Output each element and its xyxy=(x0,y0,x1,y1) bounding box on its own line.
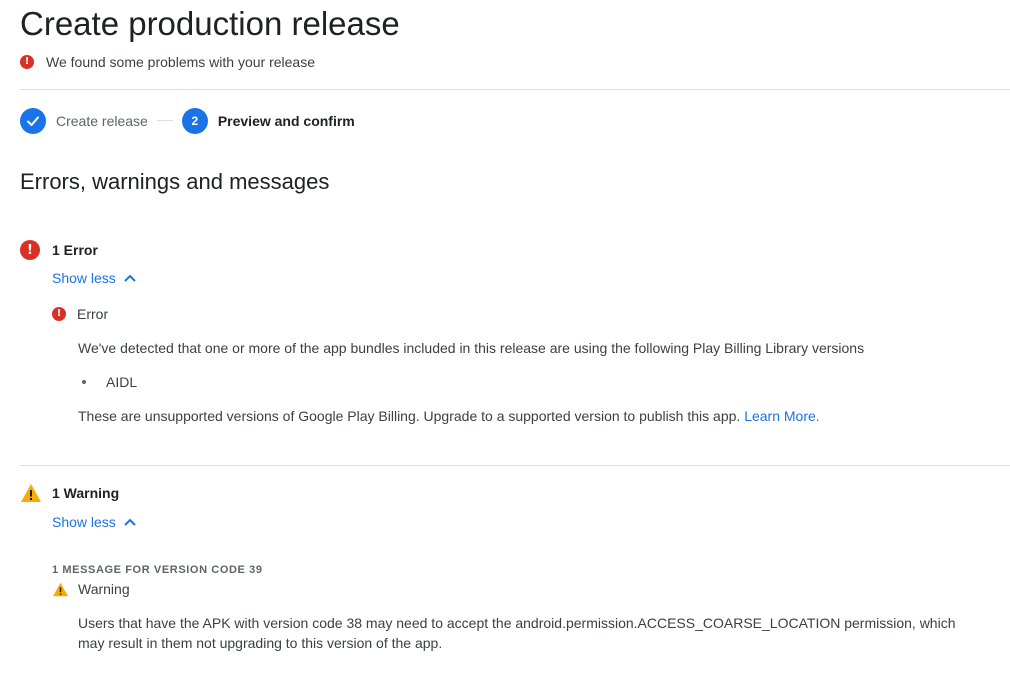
step-connector xyxy=(156,120,173,121)
errors-show-less-button[interactable]: Show less xyxy=(52,268,136,288)
warnings-summary: 1 Warning xyxy=(20,482,119,504)
chevron-up-icon xyxy=(124,518,136,526)
page-title: Create production release xyxy=(20,5,400,42)
errors-count: 1 Error xyxy=(52,242,98,258)
step-number-badge: 2 xyxy=(181,107,208,134)
bullet-item: AIDL xyxy=(106,374,138,390)
warnings-show-less-button[interactable]: Show less xyxy=(52,512,136,532)
section-title: Errors, warnings and messages xyxy=(20,169,330,194)
step-complete-check-icon xyxy=(20,107,46,134)
warning-icon xyxy=(21,484,41,502)
warning-description: Users that have the APK with version cod… xyxy=(78,615,956,651)
header-divider xyxy=(20,89,1010,90)
error-icon: ! xyxy=(52,307,66,321)
error-icon: ! xyxy=(20,240,40,260)
chevron-up-icon xyxy=(124,274,136,282)
step-create-release[interactable]: Create release xyxy=(56,113,148,129)
error-note-text: These are unsupported versions of Google… xyxy=(78,408,741,424)
warnings-count: 1 Warning xyxy=(52,485,120,501)
step-preview-confirm: Preview and confirm xyxy=(217,112,355,129)
warning-icon xyxy=(53,582,68,596)
show-less-label: Show less xyxy=(52,270,116,286)
release-stepper: Create release 2 Preview and confirm xyxy=(20,107,355,134)
error-icon: ! xyxy=(20,55,34,69)
error-note: These are unsupported versions of Google… xyxy=(78,406,978,426)
show-less-label: Show less xyxy=(52,514,116,530)
version-caption: 1 MESSAGE FOR VERSION CODE 39 xyxy=(52,564,263,576)
error-item-header: ! Error xyxy=(52,304,108,324)
problems-text: We found some problems with your release xyxy=(46,54,315,70)
problems-notice: ! We found some problems with your relea… xyxy=(20,53,315,71)
errors-summary: ! 1 Error xyxy=(20,239,98,261)
error-description: We've detected that one or more of the a… xyxy=(78,340,865,356)
warning-item-header: Warning xyxy=(52,579,130,599)
learn-more-link[interactable]: Learn More. xyxy=(744,408,819,424)
error-item-title: Error xyxy=(77,306,109,322)
warning-item-title: Warning xyxy=(78,581,130,597)
group-divider xyxy=(20,465,1010,466)
bullet-dot xyxy=(82,380,86,384)
